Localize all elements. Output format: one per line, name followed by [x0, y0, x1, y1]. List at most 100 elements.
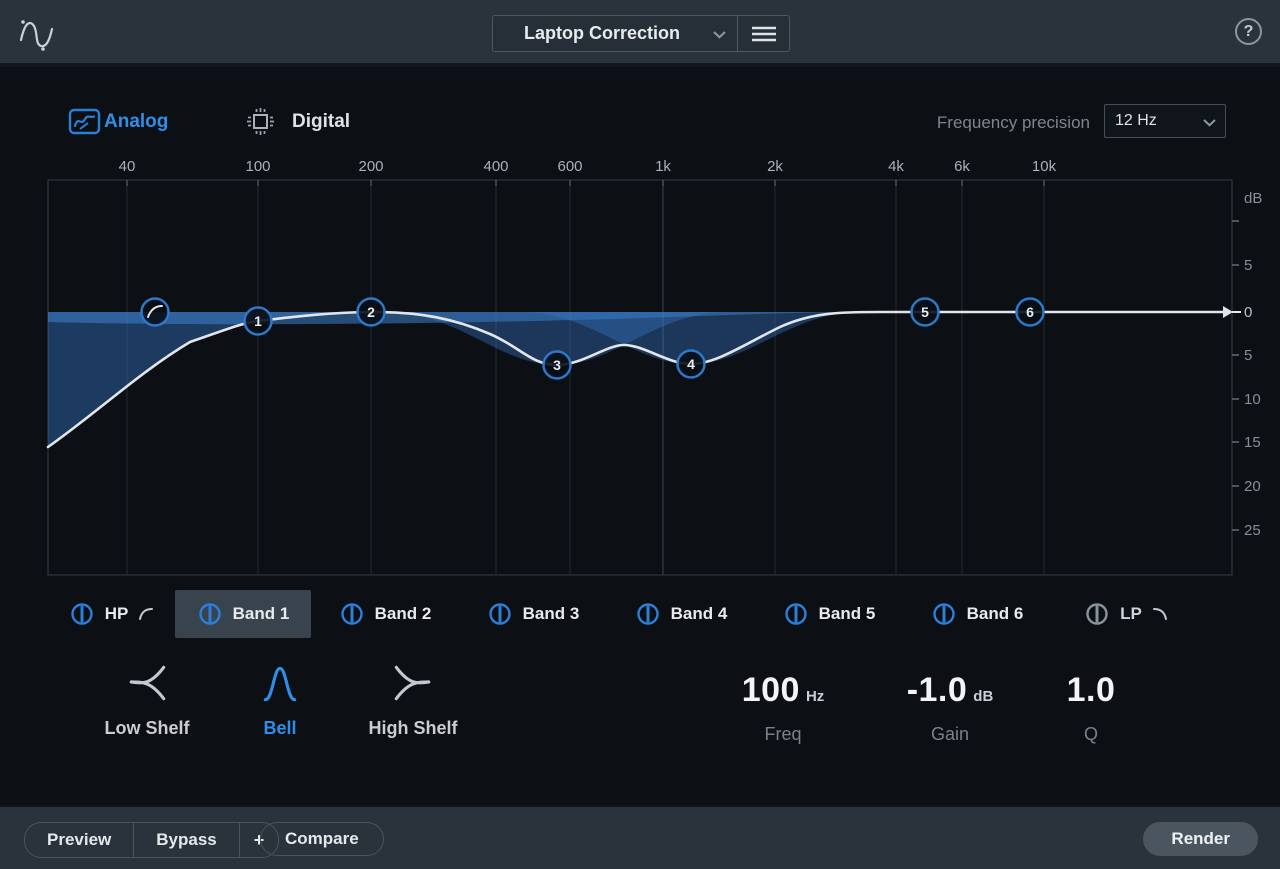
eq-node-4[interactable]: 4: [678, 351, 705, 378]
shape-bell-button[interactable]: Bell: [210, 660, 350, 739]
eq-node-6[interactable]: 6: [1017, 299, 1044, 326]
shape-label: Low Shelf: [105, 718, 190, 739]
hamburger-menu-icon: [752, 26, 776, 42]
band-tab-label: LP: [1120, 604, 1142, 624]
db-axis-unit: dB: [1244, 190, 1262, 207]
bell-icon: [257, 660, 303, 706]
band-tab-label: Band 4: [671, 604, 728, 624]
preset-menu-button[interactable]: [738, 15, 790, 52]
preset-control: Laptop Correction: [492, 15, 790, 52]
eq-node-3[interactable]: 3: [544, 352, 571, 379]
param-label: Gain: [907, 724, 994, 745]
freq-tick-label: 400: [483, 158, 508, 175]
preset-name: Laptop Correction: [524, 23, 706, 44]
bypass-button[interactable]: Bypass: [133, 823, 238, 857]
chevron-down-icon: [713, 31, 726, 39]
power-icon[interactable]: [339, 601, 365, 627]
freq-tick-label: 200: [358, 158, 383, 175]
compare-button[interactable]: Compare: [260, 822, 384, 856]
transport-button-group: Preview Bypass +: [24, 822, 279, 858]
power-icon[interactable]: [1084, 601, 1110, 627]
eq-node-hp[interactable]: [142, 299, 169, 326]
eq-fill-hp-region: [48, 312, 371, 447]
power-icon[interactable]: [487, 601, 513, 627]
eq-response-curve: [48, 312, 1224, 447]
db-tick-label: 15: [1244, 434, 1261, 451]
eq-node-number: 3: [553, 357, 561, 373]
top-toolbar: Laptop Correction ?: [0, 0, 1280, 67]
plot-border: [48, 180, 1232, 575]
eq-node-number: 4: [687, 356, 695, 372]
preview-button[interactable]: Preview: [25, 823, 133, 857]
help-glyph: ?: [1244, 23, 1254, 41]
eq-plot: 401002004006001k2k4k6k10kdB5051015202512…: [0, 0, 1280, 660]
shape-low-shelf-button[interactable]: Low Shelf: [77, 660, 217, 739]
freq-tick-label: 10k: [1032, 158, 1057, 175]
analog-mode-icon[interactable]: [68, 105, 101, 138]
frequency-precision-value: 12 Hz: [1115, 112, 1157, 130]
band-tab-label: Band 6: [967, 604, 1024, 624]
chevron-down-icon: [1203, 119, 1216, 127]
power-icon[interactable]: [69, 601, 95, 627]
band-tab-band-6[interactable]: Band 6: [903, 590, 1051, 638]
freq-tick-label: 40: [119, 158, 136, 175]
band-tab-band-1[interactable]: Band 1: [175, 590, 311, 638]
power-icon[interactable]: [197, 601, 223, 627]
freq-tick-label: 100: [245, 158, 270, 175]
param-value[interactable]: 1.0: [1067, 671, 1116, 710]
digital-mode-label[interactable]: Digital: [292, 111, 350, 133]
band-tab-band-2[interactable]: Band 2: [311, 590, 459, 638]
curve-end-marker: [1223, 306, 1233, 318]
db-tick-label: 10: [1244, 391, 1261, 408]
power-icon[interactable]: [931, 601, 957, 627]
freq-tick-label: 6k: [954, 158, 970, 175]
param-value[interactable]: 100: [742, 671, 800, 710]
band-tabs: HP Band 1 Band 2 Band 3 Band 4 Band 5 Band 6 LP: [0, 590, 1280, 638]
high-shelf-icon: [390, 660, 436, 706]
freq-tick-label: 2k: [767, 158, 783, 175]
db-tick-label: 0: [1244, 304, 1252, 321]
bottom-toolbar: Preview Bypass + Compare Render: [0, 805, 1280, 869]
freq-tick-label: 600: [557, 158, 582, 175]
param-gain[interactable]: -1.0 dB Gain: [907, 671, 994, 745]
eq-node-circle: [142, 299, 169, 326]
shape-label: Bell: [263, 718, 296, 739]
app-logo-icon: [14, 9, 60, 55]
band-tab-label: Band 3: [523, 604, 580, 624]
param-unit: dB: [973, 688, 993, 705]
band-tab-lp[interactable]: LP: [1051, 590, 1201, 638]
param-q[interactable]: 1.0 Q: [1067, 671, 1116, 745]
power-icon[interactable]: [783, 601, 809, 627]
frequency-precision-label: Frequency precision: [937, 113, 1090, 133]
eq-node-1[interactable]: 1: [245, 308, 272, 335]
power-icon[interactable]: [635, 601, 661, 627]
db-tick-label: 25: [1244, 522, 1261, 539]
freq-tick-label: 4k: [888, 158, 904, 175]
band-tab-label: Band 2: [375, 604, 432, 624]
db-tick-label: 5: [1244, 257, 1252, 274]
eq-fill-band1-strip: [48, 312, 872, 324]
eq-node-5[interactable]: 5: [912, 299, 939, 326]
param-freq[interactable]: 100HzFreq: [742, 671, 825, 745]
band-tab-band-5[interactable]: Band 5: [755, 590, 903, 638]
param-label: Q: [1067, 724, 1116, 745]
db-tick-label: 20: [1244, 478, 1261, 495]
digital-mode-icon[interactable]: [244, 105, 277, 138]
eq-node-number: 1: [254, 313, 262, 329]
band-tab-label: Band 1: [233, 604, 290, 624]
lp-curve-icon: [1152, 607, 1168, 621]
shape-label: High Shelf: [369, 718, 458, 739]
band-tab-label: HP: [105, 604, 129, 624]
freq-tick-label: 1k: [655, 158, 671, 175]
shape-high-shelf-button[interactable]: High Shelf: [343, 660, 483, 739]
preset-selector[interactable]: Laptop Correction: [492, 15, 738, 52]
analog-mode-label[interactable]: Analog: [104, 111, 168, 133]
band-tab-band-4[interactable]: Band 4: [607, 590, 755, 638]
help-button[interactable]: ?: [1235, 18, 1262, 45]
render-button[interactable]: Render: [1143, 822, 1258, 856]
band-tab-band-3[interactable]: Band 3: [459, 590, 607, 638]
eq-node-2[interactable]: 2: [358, 299, 385, 326]
param-value[interactable]: -1.0: [907, 671, 968, 710]
frequency-precision-dropdown[interactable]: 12 Hz: [1104, 104, 1226, 138]
band-tab-hp[interactable]: HP: [48, 590, 175, 638]
